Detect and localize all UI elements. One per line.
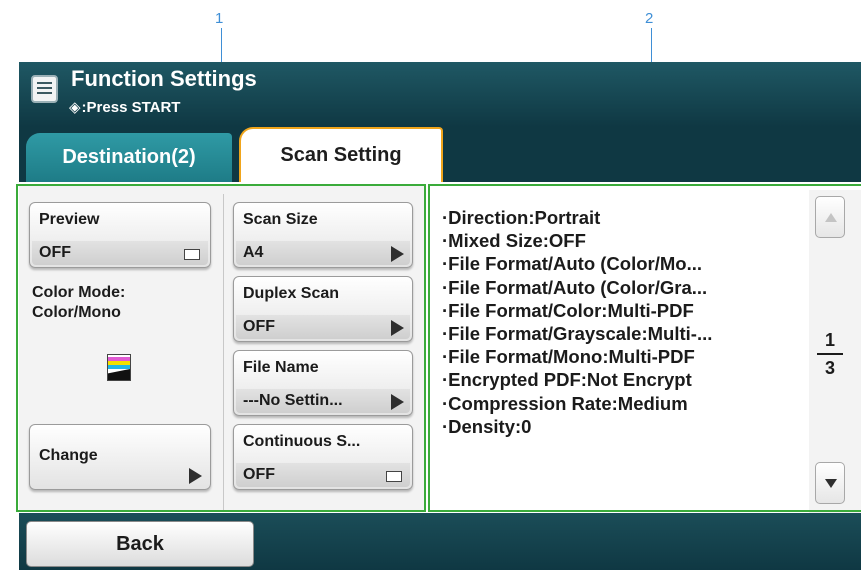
- bottom-bar: Back: [19, 513, 861, 570]
- callout-box-1: [16, 184, 426, 512]
- subtitle-text: :Press START: [81, 99, 181, 116]
- start-diamond-icon: ◈: [69, 99, 81, 116]
- callout-number-1: 1: [215, 10, 224, 27]
- menu-list-icon[interactable]: [31, 75, 58, 103]
- page-subtitle: ◈:Press START: [69, 98, 180, 116]
- tab-bar: Destination(2) Scan Setting: [19, 127, 861, 182]
- page-title: Function Settings: [71, 66, 257, 91]
- tab-scan-setting[interactable]: Scan Setting: [239, 127, 443, 182]
- back-button[interactable]: Back: [26, 521, 254, 567]
- callout-number-2: 2: [645, 10, 654, 27]
- tab-destination[interactable]: Destination(2): [26, 133, 232, 182]
- header-bar: Function Settings ◈:Press START: [19, 62, 861, 127]
- callout-box-2: [428, 184, 861, 512]
